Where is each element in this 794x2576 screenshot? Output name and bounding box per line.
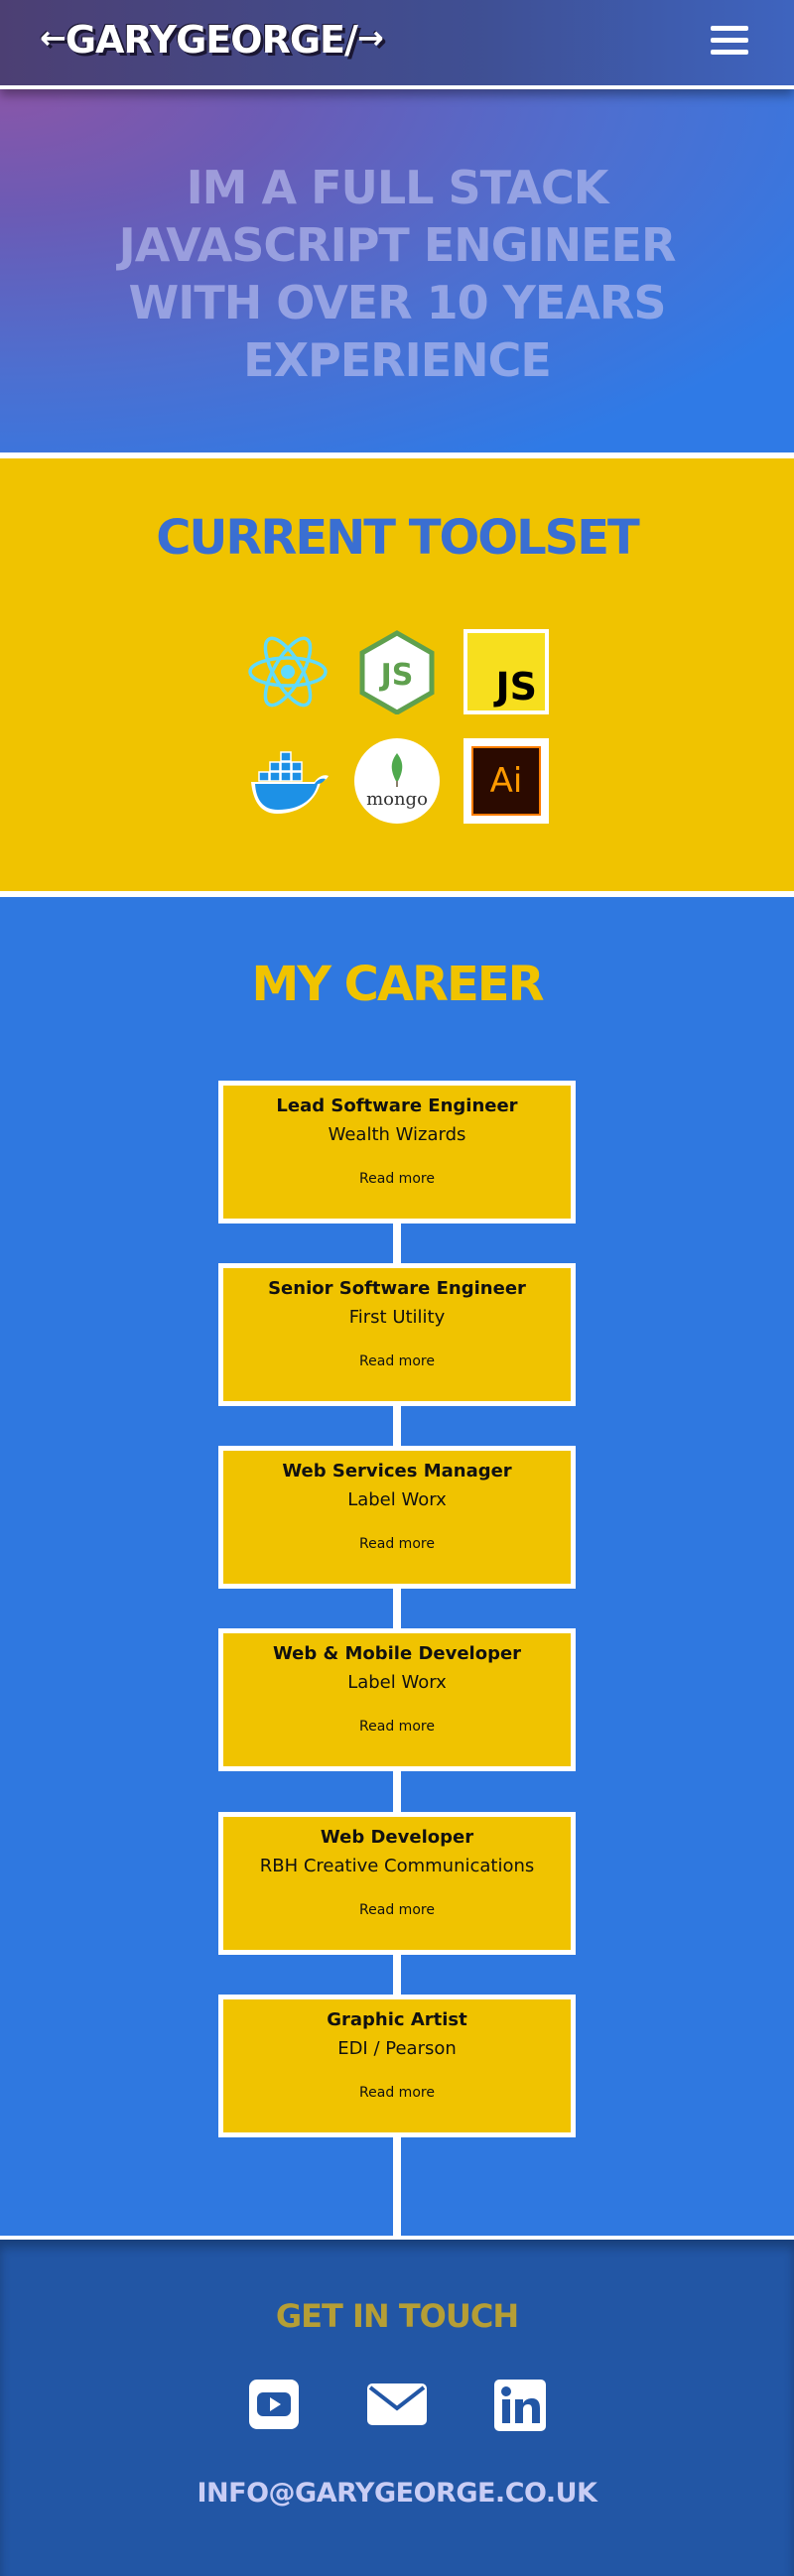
site-logo[interactable]: ←GARYGEORGE/→ bbox=[40, 18, 384, 62]
career-item: Graphic Artist EDI / Pearson Read more bbox=[218, 1995, 576, 2137]
career-item: Web Services Manager Label Worx Read mor… bbox=[218, 1446, 576, 1589]
social-links bbox=[243, 2379, 551, 2434]
docker-icon bbox=[245, 738, 331, 824]
svg-text:JS: JS bbox=[379, 658, 414, 693]
logo-right-arrow: → bbox=[356, 19, 384, 57]
mail-icon[interactable] bbox=[366, 2379, 428, 2434]
job-role: Web & Mobile Developer bbox=[272, 1643, 522, 1664]
hero-section: IM A FULL STACK JAVASCRIPT ENGINEER WITH… bbox=[0, 85, 794, 452]
menu-bar bbox=[711, 26, 748, 31]
career-item: Lead Software Engineer Wealth Wizards Re… bbox=[218, 1081, 576, 1224]
youtube-icon[interactable] bbox=[248, 2379, 300, 2434]
hero-headline: IM A FULL STACK JAVASCRIPT ENGINEER WITH… bbox=[118, 161, 677, 387]
site-header: ←GARYGEORGE/→ bbox=[0, 0, 794, 89]
job-company: RBH Creative Communications bbox=[259, 1856, 535, 1876]
contact-section: GET IN TOUCH INFO@GARYGEORGE.CO.UK bbox=[0, 2236, 794, 2576]
hamburger-menu-icon[interactable] bbox=[711, 26, 748, 58]
menu-bar bbox=[711, 50, 748, 55]
job-role: Web Developer bbox=[320, 1827, 474, 1848]
nodejs-icon: JS bbox=[354, 629, 440, 714]
job-company: EDI / Pearson bbox=[337, 2038, 457, 2059]
contact-title: GET IN TOUCH bbox=[275, 2297, 519, 2335]
career-section: MY CAREER Lead Software Engineer Wealth … bbox=[0, 897, 794, 2236]
menu-bar bbox=[711, 38, 748, 43]
read-more-link[interactable]: Read more bbox=[359, 1353, 435, 1369]
career-item: Web Developer RBH Creative Communication… bbox=[218, 1812, 576, 1955]
js-label: JS bbox=[495, 665, 537, 708]
logo-left-arrow: ← bbox=[40, 19, 66, 57]
job-role: Graphic Artist bbox=[327, 2009, 467, 2030]
mongo-label: mongo bbox=[366, 788, 428, 810]
job-company: First Utility bbox=[348, 1307, 446, 1328]
illustrator-icon: Ai bbox=[463, 738, 549, 824]
job-company: Label Worx bbox=[347, 1672, 447, 1693]
job-role: Lead Software Engineer bbox=[276, 1095, 518, 1116]
job-company: Label Worx bbox=[347, 1489, 447, 1510]
read-more-link[interactable]: Read more bbox=[359, 2085, 435, 2101]
ai-label: Ai bbox=[471, 746, 541, 816]
read-more-link[interactable]: Read more bbox=[359, 1719, 435, 1735]
career-item: Web & Mobile Developer Label Worx Read m… bbox=[218, 1628, 576, 1771]
mongodb-icon: mongo bbox=[354, 738, 440, 824]
react-icon bbox=[245, 629, 331, 714]
logo-text: GARYGEORGE/ bbox=[65, 18, 358, 62]
read-more-link[interactable]: Read more bbox=[359, 1902, 435, 1918]
career-item: Senior Software Engineer First Utility R… bbox=[218, 1263, 576, 1406]
toolset-section: CURRENT TOOLSET JS JS mongo Ai bbox=[0, 452, 794, 897]
job-role: Web Services Manager bbox=[282, 1461, 512, 1481]
read-more-link[interactable]: Read more bbox=[359, 1536, 435, 1552]
javascript-icon: JS bbox=[463, 629, 549, 714]
linkedin-icon[interactable] bbox=[493, 2379, 547, 2436]
contact-email-link[interactable]: INFO@GARYGEORGE.CO.UK bbox=[0, 2478, 794, 2509]
career-title: MY CAREER bbox=[251, 957, 544, 1012]
job-company: Wealth Wizards bbox=[328, 1124, 466, 1145]
read-more-link[interactable]: Read more bbox=[359, 1171, 435, 1187]
toolset-icons: JS JS mongo Ai bbox=[245, 629, 549, 824]
toolset-title: CURRENT TOOLSET bbox=[156, 510, 640, 566]
job-role: Senior Software Engineer bbox=[268, 1278, 526, 1299]
